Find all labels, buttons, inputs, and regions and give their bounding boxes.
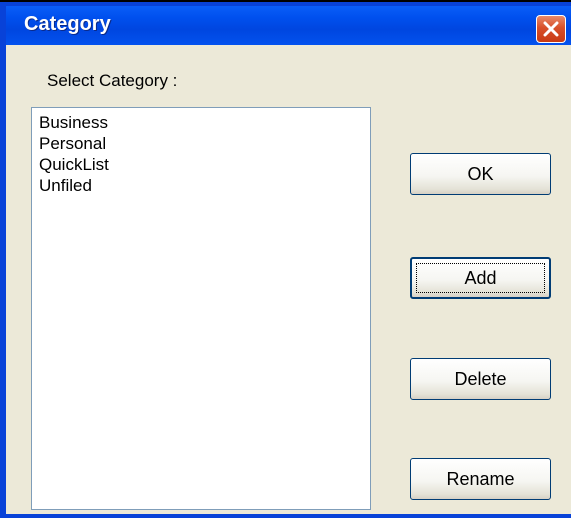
close-button[interactable] xyxy=(536,15,566,43)
list-item[interactable]: Business xyxy=(39,112,370,133)
ok-button[interactable]: OK xyxy=(410,153,551,195)
window-bottom-border xyxy=(0,514,571,518)
category-dialog: Category Select Category : Business Pers… xyxy=(0,0,571,518)
list-item[interactable]: Unfiled xyxy=(39,175,370,196)
title-bar[interactable]: Category xyxy=(6,6,571,45)
ok-button-label: OK xyxy=(467,164,494,184)
dialog-title: Category xyxy=(24,13,111,35)
select-category-label: Select Category : xyxy=(47,71,178,90)
rename-button[interactable]: Rename xyxy=(410,458,551,500)
close-icon xyxy=(543,21,559,37)
add-button[interactable]: Add xyxy=(410,257,551,299)
list-item[interactable]: Personal xyxy=(39,133,370,154)
add-button-label: Add xyxy=(464,268,497,288)
list-item[interactable]: QuickList xyxy=(39,154,370,175)
delete-button[interactable]: Delete xyxy=(410,358,551,400)
delete-button-label: Delete xyxy=(454,369,507,389)
rename-button-label: Rename xyxy=(446,469,515,489)
category-listbox[interactable]: Business Personal QuickList Unfiled xyxy=(31,107,371,510)
